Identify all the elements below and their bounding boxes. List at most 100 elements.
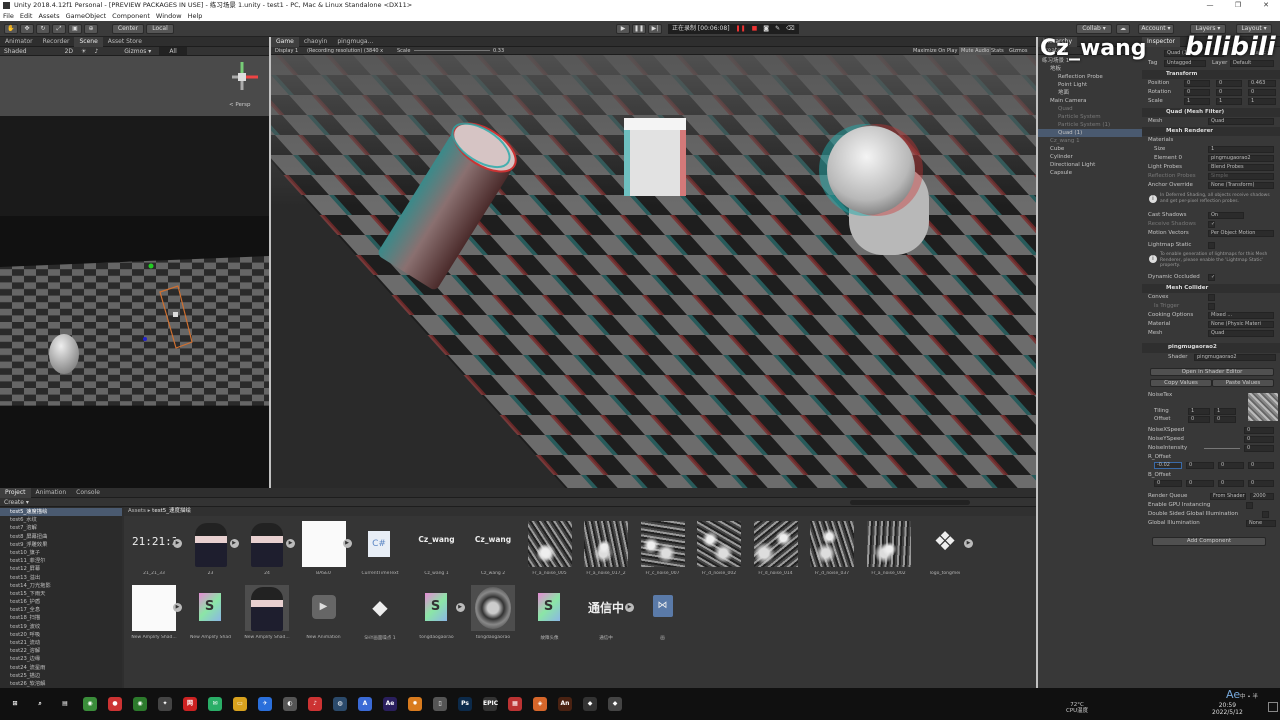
feishu-icon[interactable]: ✈ — [258, 697, 272, 711]
unity-icon[interactable]: ◆ — [583, 697, 597, 711]
audio-toggle-icon[interactable]: ♪ — [94, 47, 98, 55]
display-dropdown[interactable]: Display 1 — [275, 47, 298, 55]
asset-item[interactable]: Fr_d_noise_037 — [806, 521, 858, 583]
open-shader-editor-button[interactable]: Open in Shader Editor — [1150, 368, 1274, 376]
hierarchy-item[interactable]: Cylinder — [1038, 153, 1142, 161]
materials-foldout[interactable]: Materials — [1142, 136, 1280, 145]
stop-record-icon[interactable]: ■ — [752, 24, 758, 34]
cooking-options-dropdown[interactable]: Mixed ... — [1208, 312, 1274, 319]
folder-item[interactable]: test6_水纹 — [0, 516, 122, 524]
asset-item[interactable]: Cz_wang Cz_wang 1 — [411, 521, 463, 583]
hierarchy-item[interactable]: Cube — [1038, 145, 1142, 153]
close-button[interactable]: ✕ — [1252, 0, 1280, 11]
asset-item[interactable]: ▶ New Animation — [298, 585, 350, 647]
scale-x[interactable]: 1 — [1184, 98, 1210, 105]
chrome-green-icon[interactable]: ◉ — [133, 697, 147, 711]
game-viewport[interactable] — [271, 55, 1036, 488]
asset-item[interactable]: Fr_d_noise_014 — [750, 521, 802, 583]
app-icon[interactable]: ▦ — [508, 697, 522, 711]
rotation-y[interactable]: 0 — [1216, 89, 1242, 96]
app-icon[interactable]: ✦ — [158, 697, 172, 711]
tab-pingmuga[interactable]: pingmuga... — [332, 37, 378, 47]
asset-item[interactable]: ⋈ 画 — [637, 585, 689, 647]
expand-arrow-icon[interactable]: ▶ — [625, 603, 634, 612]
step-button[interactable]: ▶| — [648, 24, 662, 34]
rotate-tool-icon[interactable]: ↻ — [36, 24, 50, 34]
folder-item[interactable]: test24_流星雨 — [0, 664, 122, 672]
folder-item[interactable]: test14_刀光拖影 — [0, 582, 122, 590]
epic-icon[interactable]: EPIC — [483, 697, 498, 711]
unity-editor-icon[interactable]: ◆ — [608, 697, 622, 711]
hierarchy-item[interactable]: Reflection Probe — [1038, 73, 1142, 81]
scale-y[interactable]: 1 — [1216, 98, 1242, 105]
element0-field[interactable]: pingmugaorao2 — [1208, 155, 1274, 162]
scene-gizmos-dropdown[interactable]: Gizmos ▾ — [124, 47, 151, 55]
expand-arrow-icon[interactable]: ▶ — [173, 603, 182, 612]
motion-vectors-dropdown[interactable]: Per Object Motion — [1208, 230, 1274, 237]
scale-tool-icon[interactable]: ⤢ — [52, 24, 66, 34]
app-icon[interactable]: ◐ — [283, 697, 297, 711]
pause-button[interactable]: ❚❚ — [632, 24, 646, 34]
material-header[interactable]: pingmugaorao2 — [1142, 343, 1280, 353]
offset-y[interactable]: 0 — [1214, 416, 1236, 423]
hierarchy-item[interactable]: Main Camera — [1038, 97, 1142, 105]
r-offset-z[interactable]: 0 — [1218, 462, 1244, 469]
hierarchy-item[interactable]: Point Light — [1038, 81, 1142, 89]
transform-header[interactable]: Transform — [1142, 70, 1280, 79]
b-offset-w[interactable]: 0 — [1248, 480, 1274, 487]
folder-item[interactable]: test7_溶解 — [0, 524, 122, 532]
persp-label[interactable]: < Persp — [229, 102, 250, 108]
copy-values-button[interactable]: Copy Values — [1150, 379, 1212, 387]
tab-chaoyin[interactable]: chaoyin — [299, 37, 332, 47]
asset-item[interactable]: Cz_wang Cz_wang 2 — [467, 521, 519, 583]
minimize-button[interactable]: — — [1196, 0, 1224, 11]
noisetex-thumbnail[interactable] — [1248, 393, 1278, 421]
cloud-icon[interactable]: ☁ — [1116, 24, 1130, 34]
add-component-button[interactable]: Add Component — [1152, 537, 1266, 546]
tab-asset-store[interactable]: Asset Store — [103, 37, 147, 47]
an-icon[interactable]: An — [558, 697, 572, 711]
asset-item[interactable]: ◆ SHY画面噪点 1 — [354, 585, 406, 647]
blender-icon[interactable]: ✹ — [408, 697, 422, 711]
mesh-field[interactable]: Quad — [1208, 118, 1274, 125]
position-z[interactable]: 0.463 — [1248, 80, 1276, 87]
collider-material-field[interactable]: None (Physic Materi — [1208, 321, 1274, 328]
music-icon[interactable]: ♪ — [308, 697, 322, 711]
hierarchy-item[interactable]: 地板 — [1038, 65, 1142, 73]
rotation-x[interactable]: 0 — [1184, 89, 1210, 96]
notification-icon[interactable] — [1268, 702, 1278, 712]
asset-item[interactable]: New Amplify Shad... — [241, 585, 293, 647]
anchor-field[interactable]: None (Transform) — [1208, 182, 1274, 189]
asset-item[interactable]: ▶ 23 — [185, 521, 239, 583]
r-offset-x[interactable]: -0.02 — [1154, 462, 1182, 469]
rect-tool-icon[interactable]: ▣ — [68, 24, 82, 34]
menu-gameobject[interactable]: GameObject — [66, 11, 107, 21]
pause-record-icon[interactable]: ❚❚ — [736, 24, 746, 34]
folder-item[interactable]: test17_全息 — [0, 606, 122, 614]
ae-icon[interactable]: Ae — [383, 697, 397, 711]
hierarchy-item[interactable]: Cz_wang 1 — [1038, 137, 1142, 145]
transform-tool-icon[interactable]: ⊕ — [84, 24, 98, 34]
noise-x-speed-field[interactable]: 0 — [1244, 427, 1274, 434]
asset-item[interactable]: Fr_c_noise_007 — [637, 521, 689, 583]
asset-item[interactable]: ▶ New Amplify Shad... — [128, 585, 182, 647]
menu-file[interactable]: File — [3, 11, 14, 21]
asset-item[interactable]: ❖ ▶ logo_tongmei — [919, 521, 973, 583]
size-field[interactable]: 1 — [1208, 146, 1274, 153]
menu-help[interactable]: Help — [188, 11, 203, 21]
tab-scene[interactable]: Scene — [74, 37, 103, 47]
menu-edit[interactable]: Edit — [20, 11, 33, 21]
b-offset-x[interactable]: 0 — [1154, 480, 1182, 487]
cast-shadows-dropdown[interactable]: On — [1208, 212, 1244, 219]
folder-item[interactable]: test18_扫描 — [0, 614, 122, 622]
wechat-icon[interactable]: ✉ — [208, 697, 222, 711]
app-icon[interactable]: ◈ — [533, 697, 547, 711]
meshcollider-header[interactable]: Mesh Collider — [1142, 284, 1280, 293]
folder-item[interactable]: test22_溶解 — [0, 647, 122, 655]
gpu-instancing-checkbox[interactable] — [1246, 502, 1253, 509]
asset-item[interactable]: C# CurrentTimeText — [354, 521, 406, 583]
double-sided-gi-checkbox[interactable] — [1262, 511, 1269, 518]
render-queue-mode-dropdown[interactable]: From Shader — [1210, 493, 1246, 500]
b-offset-z[interactable]: 0 — [1218, 480, 1244, 487]
pivot-toggle[interactable]: Center — [112, 24, 144, 34]
